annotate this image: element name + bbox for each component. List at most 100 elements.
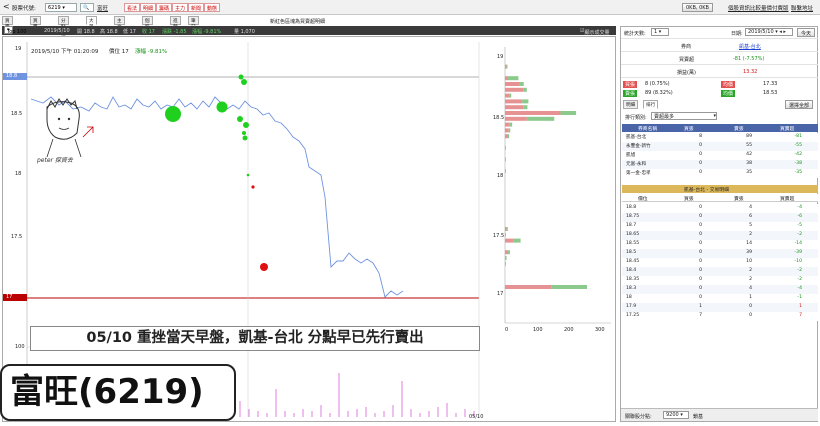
link-compare[interactable]: 比較量價: [750, 4, 772, 12]
table-cell: 18: [626, 295, 632, 300]
table-cell: 14: [746, 241, 752, 246]
hist-bar-buy: [505, 105, 524, 110]
table-row[interactable]: 凱旭 0 42 -42: [622, 151, 818, 160]
select-all-button[interactable]: 選擇全部: [785, 100, 814, 109]
table-cell: 0: [699, 214, 702, 219]
vol-tick: 100: [15, 344, 25, 350]
table-row[interactable]: 元富-永和 0 38 -38: [622, 160, 818, 169]
subtab-detail[interactable]: 明細: [623, 100, 639, 109]
buy-value: 8 (0.75%): [645, 81, 670, 87]
toolbar-button-chips[interactable]: 籌碼: [156, 3, 173, 12]
broker-name[interactable]: 凱基-台北: [739, 43, 761, 50]
tab-big-orders[interactable]: 大單券商: [86, 16, 97, 42]
table-row[interactable]: 永豐金-新竹 0 55 -55: [622, 142, 818, 151]
table-cell: 18.7: [626, 223, 637, 228]
table-row[interactable]: 17.25 7 0 7: [622, 312, 818, 321]
table-cell: -10: [794, 259, 802, 264]
table-cell: 8: [699, 134, 702, 139]
toolbar-button-view[interactable]: 看法: [124, 3, 141, 12]
table-row[interactable]: 凱基-台北 8 89 -81: [622, 133, 818, 142]
rank-type-select[interactable]: 賣超最多 ▾: [651, 112, 717, 120]
toolbar-button-dynamics[interactable]: 動態: [204, 3, 221, 12]
price-volume-histogram: [504, 47, 611, 324]
hist-bar-buy: [505, 238, 514, 243]
stock-code-input[interactable]: 6219 ▾: [45, 3, 77, 12]
units-button[interactable]: 0KB, 0KB: [682, 3, 713, 12]
y-tick: 19: [15, 46, 22, 52]
broker-row-label: 券商: [681, 44, 692, 50]
hist-bar-buy: [505, 256, 506, 260]
table-cell: 5: [749, 223, 752, 228]
table-row[interactable]: 18.5 0 39 -39: [622, 249, 818, 258]
hist-x-tick: 0: [505, 327, 509, 333]
table-row[interactable]: 18.3 0 4 -4: [622, 285, 818, 294]
y-tag-high: 18.8: [3, 73, 27, 80]
table-cell: 0: [749, 304, 752, 309]
search-icon[interactable]: 🔍: [80, 3, 94, 12]
table-row[interactable]: 18.75 0 6 -6: [622, 213, 818, 222]
hist-bar-sell: [508, 250, 510, 255]
table-cell: 0: [699, 223, 702, 228]
related-code-input[interactable]: 9200 ▾: [663, 411, 689, 419]
profit-label: 損益(萬): [677, 70, 696, 76]
table-row[interactable]: 18.8 0 4 -4: [622, 204, 818, 213]
tab-notes[interactable]: 筆記: [188, 16, 199, 30]
toolbar-button-main[interactable]: 主力: [172, 3, 189, 12]
stat-days-select[interactable]: 1 ▾: [651, 28, 669, 36]
bubble-sell: [260, 263, 268, 271]
tab-kline[interactable]: 分點K線: [58, 16, 69, 41]
center-title: 新紅色區塊為買賣超明細: [270, 19, 326, 25]
hist-y-tick: 19: [497, 54, 504, 60]
table-row[interactable]: 第一金-忠孝 0 35 -35: [622, 169, 818, 178]
hist-bar-buy: [505, 116, 527, 121]
table-cell: 4: [749, 205, 752, 210]
back-icon[interactable]: <: [3, 2, 10, 11]
table-cell: 1: [699, 304, 702, 309]
table-row[interactable]: 18.7 0 5 -5: [622, 222, 818, 231]
table-row[interactable]: 18 0 1 -1: [622, 294, 818, 303]
table-cell: 0: [699, 232, 702, 237]
bubble-buy: [241, 79, 247, 85]
table-cell: 永豐金-新竹: [626, 144, 651, 149]
stat-days-label: 統計天數:: [624, 31, 646, 37]
link-paid[interactable]: 付費版: [772, 4, 789, 12]
table-cell: 38: [746, 161, 752, 166]
subtab-rank[interactable]: 排行: [643, 100, 659, 109]
tab-analysis[interactable]: 個股分析: [142, 16, 153, 42]
table-cell: -42: [794, 152, 802, 157]
toolbar-button-detail[interactable]: 明細: [140, 3, 157, 12]
hist-bar-sell: [508, 128, 511, 133]
link-contact[interactable]: 聯繫地址: [791, 4, 813, 12]
table-cell: 18.8: [626, 205, 637, 210]
table-row[interactable]: 18.65 0 2 -2: [622, 231, 818, 240]
table-cell: -14: [794, 241, 802, 246]
hist-bar-buy: [505, 99, 523, 104]
sell-avg-label: 均價: [721, 90, 736, 97]
date-picker[interactable]: 2019/5/10 ▾ ◂ ▸: [745, 28, 793, 36]
top-n-select[interactable]: Top 100 ▾: [4, 26, 27, 35]
table-cell: -4: [797, 205, 802, 210]
table-cell: 0: [699, 268, 702, 273]
today-button[interactable]: 今天: [797, 28, 816, 37]
link-stock-info[interactable]: 個股資訊: [728, 4, 750, 12]
table-row[interactable]: 17.9 1 0 1: [622, 303, 818, 312]
table-cell: -81: [794, 134, 802, 139]
tab-main-force[interactable]: 主力動態: [114, 16, 125, 42]
table-row[interactable]: 18.55 0 14 -14: [622, 240, 818, 249]
hist-bar-sell: [523, 105, 528, 110]
table-row[interactable]: 18.4 0 2 -2: [622, 267, 818, 276]
stock-name-link[interactable]: 富旺: [97, 4, 108, 12]
stock-code-label: 股票代號:: [12, 6, 36, 12]
show-volume-checkbox[interactable]: ☑ 顯示成交量: [580, 28, 610, 37]
table-cell: 42: [746, 152, 752, 157]
table-cell: 0: [699, 205, 702, 210]
tab-trend[interactable]: 買賣走勢: [30, 16, 41, 42]
table-row[interactable]: 18.35 0 2 -2: [622, 276, 818, 285]
table-cell: 2: [749, 232, 752, 237]
broker-panel: 統計天數: 1 ▾ 日期: 2019/5/10 ▾ ◂ ▸ 今天 券商 凱基-台…: [620, 26, 818, 422]
toolbar-button-news[interactable]: 新聞: [188, 3, 205, 12]
tab-advanced[interactable]: 進階: [170, 16, 181, 30]
table-row[interactable]: 18.45 0 10 -10: [622, 258, 818, 267]
table-cell: 18.45: [626, 259, 640, 264]
tab-broker-points[interactable]: 買賣分點: [2, 16, 13, 42]
